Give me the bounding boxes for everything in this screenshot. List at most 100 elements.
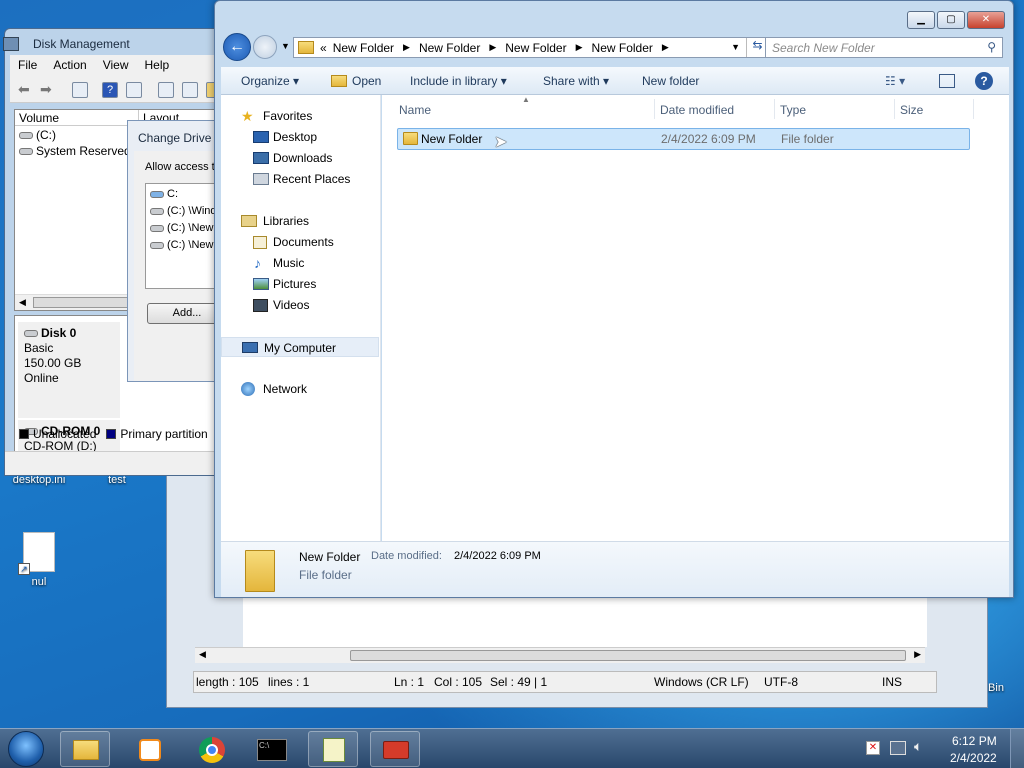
- menu-bar: File Action View Help: [10, 55, 243, 77]
- clock-time[interactable]: 6:12 PM: [952, 734, 997, 748]
- nav-label: Pictures: [273, 277, 317, 291]
- help-icon[interactable]: ?: [975, 72, 993, 90]
- nav-network[interactable]: Network: [221, 379, 381, 399]
- status-ln: Ln : 1: [394, 675, 425, 689]
- breadcrumb-segment[interactable]: New Folder: [505, 41, 566, 55]
- breadcrumb-overflow[interactable]: «: [320, 41, 327, 55]
- search-icon[interactable]: ⚲: [987, 40, 996, 54]
- details-date: 2/4/2022 6:09 PM: [454, 550, 541, 562]
- back-arrow-icon[interactable]: ⬅: [18, 82, 34, 98]
- volume-label: (C:): [36, 128, 56, 142]
- disk-mgmt-status-bar: [5, 451, 243, 475]
- nav-videos[interactable]: Videos: [221, 295, 381, 315]
- navigation-pane: ★ Favorites Desktop Downloads Recent Plac…: [221, 95, 381, 541]
- drive-icon: [19, 132, 33, 140]
- action-center-icon[interactable]: ✕: [866, 741, 880, 755]
- column-volume[interactable]: Volume: [15, 110, 139, 125]
- scroll-right-icon[interactable]: ▶: [914, 649, 921, 660]
- start-button[interactable]: [8, 731, 44, 767]
- scroll-left-icon[interactable]: ◀: [19, 297, 26, 308]
- breadcrumb-arrow-icon[interactable]: ▶: [662, 42, 669, 53]
- taskbar-toolbox[interactable]: [370, 731, 420, 767]
- breadcrumb-segment[interactable]: New Folder: [592, 41, 653, 55]
- breadcrumb-segment[interactable]: New Folder: [419, 41, 480, 55]
- nav-favorites[interactable]: ★ Favorites: [221, 106, 381, 126]
- search-box[interactable]: Search New Folder ⚲: [765, 37, 1003, 58]
- pictures-icon: [253, 278, 269, 290]
- nav-desktop[interactable]: Desktop: [221, 127, 381, 147]
- column-date-modified[interactable]: Date modified: [660, 103, 734, 117]
- scrollbar-thumb[interactable]: [350, 650, 906, 661]
- back-button[interactable]: ←: [223, 33, 251, 61]
- preview-pane-icon[interactable]: [939, 74, 955, 88]
- taskbar-chrome[interactable]: [188, 731, 238, 767]
- share-with-button[interactable]: Share with ▾: [543, 74, 609, 88]
- forward-button[interactable]: [253, 35, 277, 59]
- nav-label: Desktop: [273, 130, 318, 144]
- organize-button[interactable]: Organize ▾: [241, 74, 299, 88]
- help-icon[interactable]: ?: [102, 82, 118, 98]
- open-icon: [331, 75, 347, 87]
- nav-documents[interactable]: Documents: [221, 232, 381, 252]
- breadcrumb-segment[interactable]: New Folder: [333, 41, 394, 55]
- maximize-button[interactable]: ▢: [937, 11, 965, 29]
- minimize-button[interactable]: ▁: [907, 11, 935, 29]
- nav-label: Recent Places: [273, 172, 351, 186]
- network-icon: [241, 382, 255, 396]
- taskbar-command-prompt[interactable]: C:\: [246, 731, 296, 767]
- open-button[interactable]: Open: [352, 74, 381, 88]
- taskbar-explorer[interactable]: [60, 731, 110, 767]
- rescan-icon[interactable]: [182, 82, 198, 98]
- console-tree-icon[interactable]: [72, 82, 88, 98]
- mount-path-item[interactable]: (C:) \New: [150, 220, 224, 237]
- address-dropdown-icon[interactable]: ▼: [731, 42, 740, 52]
- nav-downloads[interactable]: Downloads: [221, 148, 381, 168]
- folder-icon: [245, 550, 275, 592]
- mount-path-item[interactable]: (C:) \Wind: [150, 203, 224, 220]
- menu-view[interactable]: View: [95, 55, 137, 77]
- address-bar[interactable]: « New Folder ▶ New Folder ▶ New Folder ▶ Ne…: [293, 37, 771, 58]
- recent-pages-chevron-icon[interactable]: ▼: [281, 41, 290, 51]
- menu-action[interactable]: Action: [45, 55, 94, 77]
- recent-places-icon: [253, 173, 269, 185]
- nav-pictures[interactable]: Pictures: [221, 274, 381, 294]
- music-icon: ♪: [254, 255, 261, 271]
- menu-file[interactable]: File: [10, 55, 45, 77]
- forward-arrow-icon[interactable]: ➡: [40, 82, 56, 98]
- nav-my-computer[interactable]: My Computer: [221, 337, 379, 357]
- new-folder-button[interactable]: New folder: [642, 74, 699, 88]
- mount-path-item[interactable]: C:: [150, 186, 224, 203]
- network-tray-icon[interactable]: [890, 741, 906, 755]
- view-options-icon[interactable]: ☷ ▾: [885, 74, 905, 88]
- editor-text-area[interactable]: [243, 597, 927, 647]
- menu-help[interactable]: Help: [137, 55, 178, 77]
- properties-icon[interactable]: [126, 82, 142, 98]
- mount-path-item[interactable]: (C:) \New: [150, 237, 224, 254]
- desktop-icon-nul[interactable]: ↗ nul: [4, 532, 74, 588]
- taskbar-media-player[interactable]: [126, 731, 176, 767]
- volume-icon[interactable]: 🔈︎: [914, 738, 922, 755]
- column-name[interactable]: Name: [399, 103, 431, 117]
- column-size[interactable]: Size: [900, 103, 923, 117]
- breadcrumb-arrow-icon[interactable]: ▶: [576, 42, 583, 53]
- libraries-icon: [241, 215, 257, 227]
- scroll-left-icon[interactable]: ◀: [199, 649, 206, 660]
- column-type[interactable]: Type: [780, 103, 806, 117]
- status-sel: Sel : 49 | 1: [490, 675, 548, 689]
- horizontal-scrollbar[interactable]: ◀ ▶: [195, 647, 925, 663]
- nav-libraries[interactable]: Libraries: [221, 211, 381, 231]
- nav-recent-places[interactable]: Recent Places: [221, 169, 381, 189]
- clock-date[interactable]: 2/4/2022: [950, 751, 997, 765]
- breadcrumb-arrow-icon[interactable]: ▶: [489, 42, 496, 53]
- close-button[interactable]: ✕: [967, 11, 1005, 29]
- breadcrumb-arrow-icon[interactable]: ▶: [403, 42, 410, 53]
- include-in-library-button[interactable]: Include in library ▾: [410, 74, 507, 88]
- refresh-icon[interactable]: [158, 82, 174, 98]
- disk-0-card[interactable]: Disk 0 Basic 150.00 GB Online: [18, 322, 120, 418]
- nav-music[interactable]: ♪ Music: [221, 253, 381, 273]
- table-row[interactable]: New Folder 2/4/2022 6:09 PM File folder: [397, 128, 970, 150]
- taskbar-notepadpp[interactable]: [308, 731, 358, 767]
- show-desktop-button[interactable]: [1010, 729, 1024, 768]
- command-bar: Organize ▾ Open Include in library ▾ Sha…: [221, 67, 1009, 95]
- search-input[interactable]: Search New Folder: [772, 41, 875, 55]
